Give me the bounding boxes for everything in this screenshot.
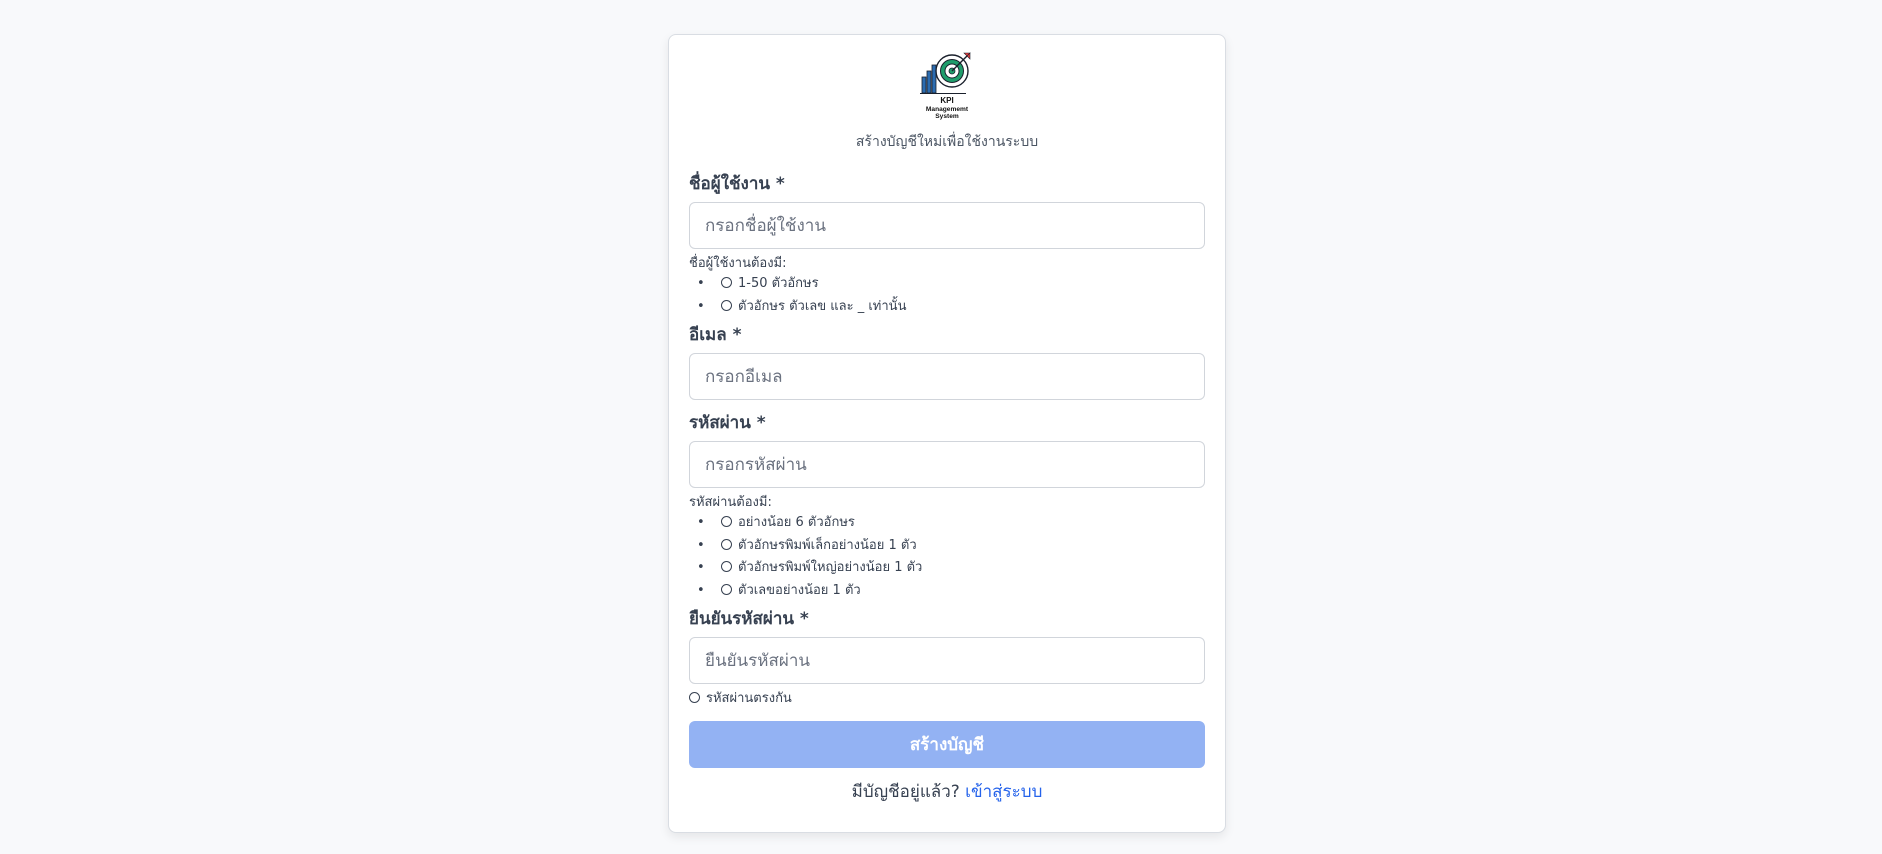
password-hint-title: รหัสผ่านต้องมี: bbox=[689, 495, 772, 510]
circle-outline-icon bbox=[721, 538, 732, 550]
circle-outline-icon bbox=[721, 516, 732, 527]
logo-text-kpi: KPI bbox=[940, 96, 953, 105]
register-card: KPI Managememt System สร้างบัญชีใหม่เพื่… bbox=[668, 34, 1226, 833]
password-label: รหัสผ่าน * bbox=[689, 413, 766, 433]
username-hint-title: ชื่อผู้ใช้งานต้องมี: bbox=[689, 256, 787, 271]
kpi-logo: KPI Managememt System bbox=[910, 47, 984, 121]
password-rule-item: • ตัวอักษรพิมพ์ใหญ่อย่างน้อย 1 ตัว bbox=[697, 560, 923, 575]
login-link[interactable]: เข้าสู่ระบบ bbox=[965, 782, 1042, 802]
username-label: ชื่อผู้ใช้งาน * bbox=[689, 174, 785, 194]
password-rule-item: • ตัวอักษรพิมพ์เล็กอย่างน้อย 1 ตัว bbox=[697, 537, 917, 553]
password-rules: • อย่างน้อย 6 ตัวอักษร • ตัวอักษรพิมพ์เล็ก… bbox=[689, 512, 1205, 602]
logo-text-management: Managememt bbox=[926, 106, 969, 113]
email-label: อีเมล * bbox=[689, 325, 742, 345]
logo-text-system: System bbox=[935, 113, 959, 120]
username-rule-item: • 1-50 ตัวอักษร bbox=[697, 276, 819, 291]
username-rules: • 1-50 ตัวอักษร • ตัวอักษร ตัวเลข และ _ เท… bbox=[689, 273, 1205, 318]
circle-outline-icon bbox=[721, 583, 732, 595]
login-prompt: มีบัญชีอยู่แล้ว? เข้าสู่ระบบ bbox=[689, 780, 1205, 804]
confirm-password-label: ยืนยันรหัสผ่าน * bbox=[689, 609, 809, 629]
email-input[interactable] bbox=[689, 353, 1205, 400]
username-input[interactable] bbox=[689, 202, 1205, 249]
circle-outline-icon bbox=[721, 277, 732, 288]
circle-outline-icon bbox=[721, 561, 732, 572]
circle-outline-icon bbox=[721, 299, 732, 311]
password-rule-item: • อย่างน้อย 6 ตัวอักษร bbox=[697, 515, 855, 530]
username-rule-item: • ตัวอักษร ตัวเลข และ _ เท่านั้น bbox=[697, 298, 907, 314]
login-prompt-text: มีบัญชีอยู่แล้ว? bbox=[851, 782, 960, 802]
password-input[interactable] bbox=[689, 441, 1205, 488]
circle-outline-icon bbox=[689, 692, 700, 703]
create-account-button[interactable]: สร้างบัญชี bbox=[689, 721, 1205, 768]
password-rule-item: • ตัวเลขอย่างน้อย 1 ตัว bbox=[697, 582, 861, 598]
password-match-hint: รหัสผ่านตรงกัน bbox=[689, 690, 1205, 708]
page-subtitle: สร้างบัญชีใหม่เพื่อใช้งานระบบ bbox=[855, 134, 1039, 150]
confirm-password-input[interactable] bbox=[689, 637, 1205, 684]
